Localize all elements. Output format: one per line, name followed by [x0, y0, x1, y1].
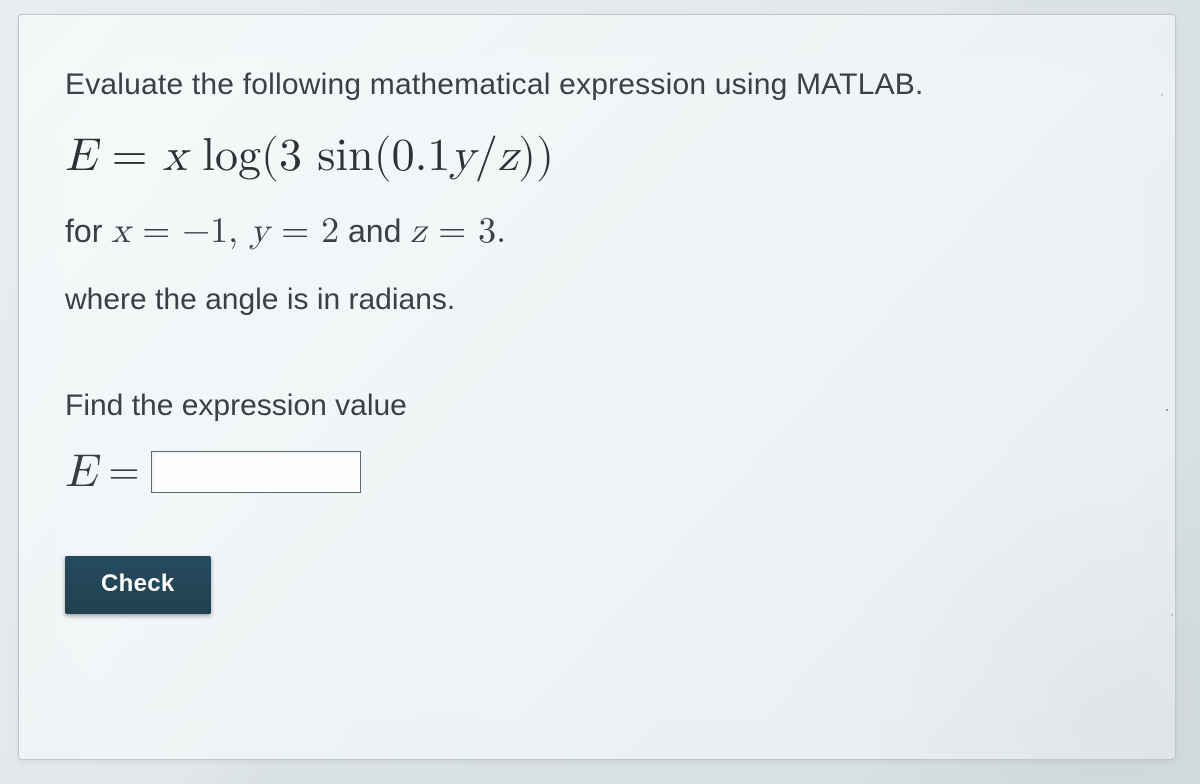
- values-line: for x = −1, y = 2 and z = 3.: [65, 210, 1129, 253]
- answer-row: E =: [65, 445, 1129, 500]
- answer-label-E: E: [65, 445, 96, 500]
- question-card: Evaluate the following mathematical expr…: [18, 14, 1176, 760]
- equation-display: E = x log(3 sin(0.1y/z)): [65, 129, 1129, 184]
- question-prompt: Evaluate the following mathematical expr…: [65, 63, 1129, 107]
- check-button[interactable]: Check: [65, 556, 211, 614]
- answer-input[interactable]: [151, 451, 361, 493]
- answer-label-equals: =: [108, 448, 139, 496]
- radians-note: where the angle is in radians.: [65, 283, 1129, 317]
- find-prompt: Find the expression value: [65, 389, 1129, 423]
